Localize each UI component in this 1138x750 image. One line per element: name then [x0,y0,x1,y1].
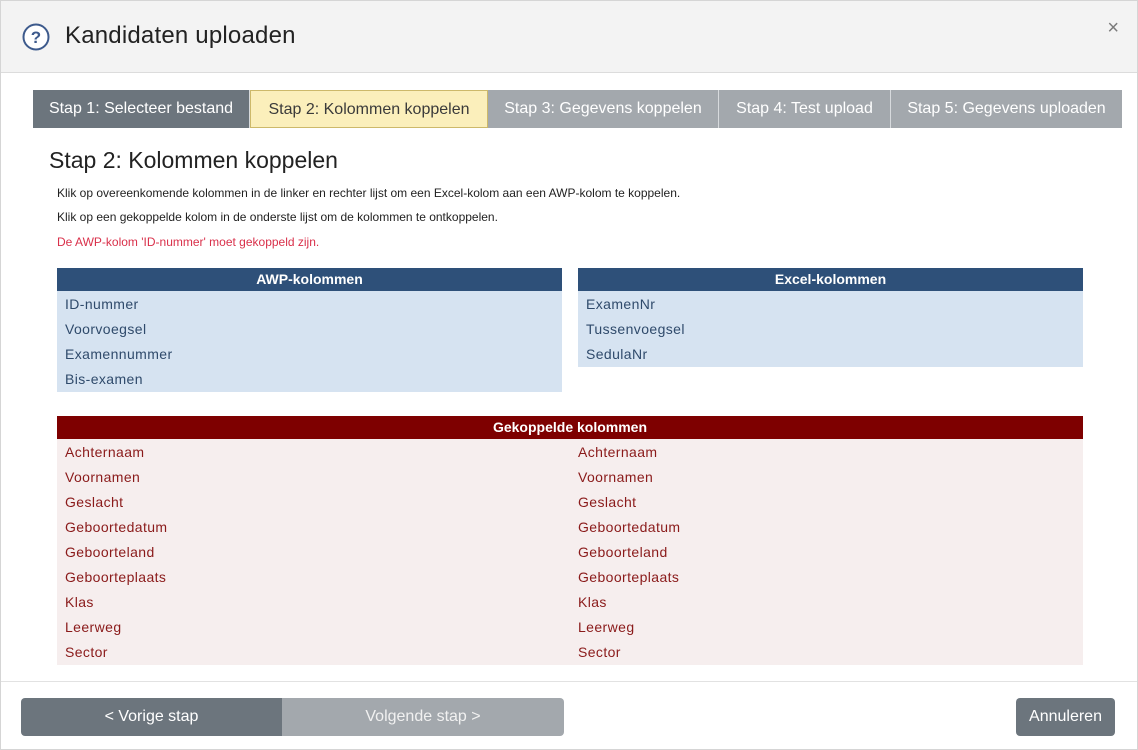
linked-excel-cell: Klas [578,594,607,610]
linked-awp-cell: Achternaam [65,444,145,460]
linked-excel-cell: Leerweg [578,619,635,635]
linked-columns-body: Achternaam Achternaam Voornamen Voorname… [57,439,1083,665]
awp-columns-header: AWP-kolommen [57,268,562,291]
linked-awp-cell: Klas [65,594,94,610]
linked-excel-cell: Geboorteplaats [578,569,680,585]
excel-columns-body: ExamenNr Tussenvoegsel SedulaNr [578,291,1083,367]
linked-row[interactable]: Voornamen Voornamen [57,465,1083,490]
linked-excel-cell: Voornamen [578,469,654,485]
instruction-text-1: Klik op overeenkomende kolommen in de li… [57,186,681,200]
linked-columns-list: Gekoppelde kolommen Achternaam Achternaa… [57,416,1083,665]
awp-column-item[interactable]: ID-nummer [57,292,562,317]
linked-excel-cell: Sector [578,644,621,660]
instruction-text-2: Klik op een gekoppelde kolom in de onder… [57,210,498,224]
linked-row[interactable]: Geboorteland Geboorteland [57,540,1083,565]
awp-column-item[interactable]: Examennummer [57,342,562,367]
modal-header: ? Kandidaten uploaden × [1,1,1137,73]
question-circle-icon[interactable]: ? [22,23,50,51]
linked-row[interactable]: Geboortedatum Geboortedatum [57,515,1083,540]
linked-awp-cell: Sector [65,644,108,660]
linked-awp-cell: Voornamen [65,469,141,485]
linked-awp-cell: Geboorteplaats [65,569,167,585]
step-4-tab[interactable]: Stap 4: Test upload [719,90,891,128]
linked-awp-cell: Geslacht [65,494,124,510]
modal-title: Kandidaten uploaden [65,22,296,49]
linked-row[interactable]: Achternaam Achternaam [57,440,1083,465]
excel-column-item[interactable]: SedulaNr [578,342,1083,367]
step-1-tab[interactable]: Stap 1: Selecteer bestand [33,90,250,128]
excel-columns-list: Excel-kolommen ExamenNr Tussenvoegsel Se… [578,268,1083,367]
linked-columns-header: Gekoppelde kolommen [57,416,1083,439]
linked-row[interactable]: Leerweg Leerweg [57,615,1083,640]
awp-columns-list: AWP-kolommen ID-nummer Voorvoegsel Exame… [57,268,562,392]
linked-row[interactable]: Sector Sector [57,640,1083,665]
step-progress-bar: Stap 1: Selecteer bestand Stap 2: Kolomm… [33,90,1122,128]
section-title: Stap 2: Kolommen koppelen [49,147,338,173]
linked-excel-cell: Geboorteland [578,544,668,560]
linked-excel-cell: Geboortedatum [578,519,681,535]
excel-column-item[interactable]: ExamenNr [578,292,1083,317]
warning-text: De AWP-kolom 'ID-nummer' moet gekoppeld … [57,235,320,249]
linked-awp-cell: Geboortedatum [65,519,168,535]
linked-row[interactable]: Geslacht Geslacht [57,490,1083,515]
next-step-button[interactable]: Volgende stap > [282,698,564,736]
cancel-button[interactable]: Annuleren [1016,698,1115,736]
linked-row[interactable]: Geboorteplaats Geboorteplaats [57,565,1083,590]
close-icon[interactable]: × [1107,18,1119,38]
step-3-tab[interactable]: Stap 3: Gegevens koppelen [488,90,719,128]
excel-column-item[interactable]: Tussenvoegsel [578,317,1083,342]
linked-awp-cell: Geboorteland [65,544,155,560]
upload-modal: ? Kandidaten uploaden × Stap 1: Selectee… [0,0,1138,750]
awp-columns-body: ID-nummer Voorvoegsel Examennummer Bis-e… [57,291,562,392]
linked-excel-cell: Achternaam [578,444,658,460]
previous-step-button[interactable]: < Vorige stap [21,698,282,736]
linked-excel-cell: Geslacht [578,494,637,510]
step-5-tab[interactable]: Stap 5: Gegevens uploaden [891,90,1122,128]
awp-column-item[interactable]: Bis-examen [57,367,562,392]
linked-awp-cell: Leerweg [65,619,122,635]
svg-text:?: ? [31,28,41,47]
linked-row[interactable]: Klas Klas [57,590,1083,615]
awp-column-item[interactable]: Voorvoegsel [57,317,562,342]
step-2-tab[interactable]: Stap 2: Kolommen koppelen [250,90,488,128]
excel-columns-header: Excel-kolommen [578,268,1083,291]
